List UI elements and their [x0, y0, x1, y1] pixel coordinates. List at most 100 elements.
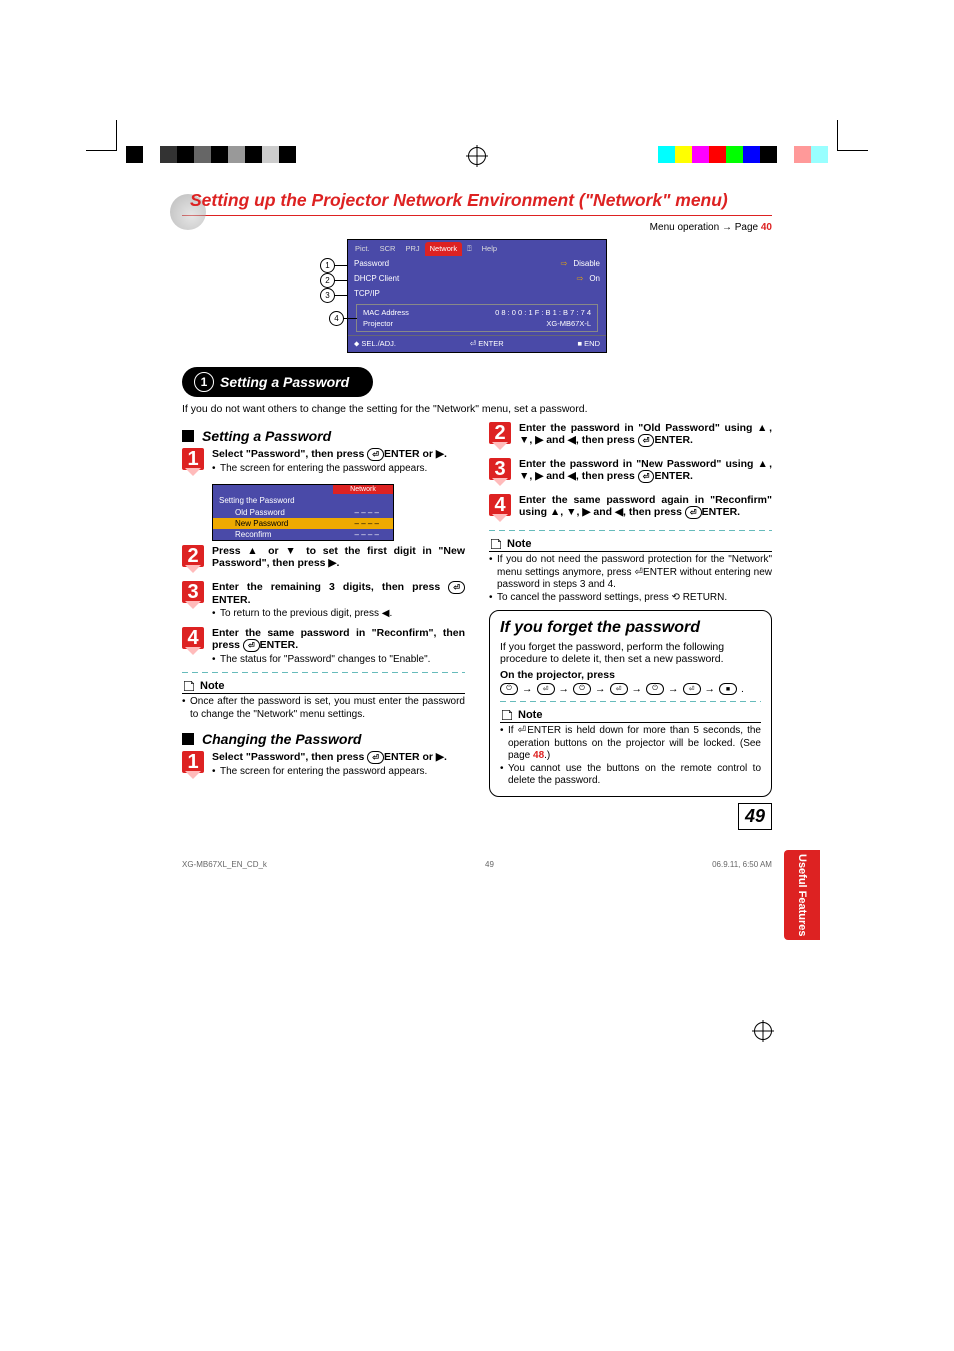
step-3: 3 Enter the password in "New Password" u… [489, 458, 772, 488]
osd-callout-4: 4 [329, 311, 344, 326]
osd-footer: ⬥ SEL./ADJ. ⏎ ENTER ■ END [348, 335, 606, 352]
password-entry-osd: NetworkSetting the PasswordOld Password–… [212, 484, 394, 541]
enter-button-icon: ⏎ [638, 434, 655, 447]
arrow-right-icon: → [559, 683, 570, 695]
button-press-sequence: ⏻→⏎→⏻→⏎→⏻→⏎→■. [500, 683, 761, 695]
forgot-text: If you forget the password, perform the … [500, 641, 761, 665]
note-body-b: If you do not need the password protecti… [489, 554, 772, 604]
forgot-title: If you forget the password [500, 619, 761, 637]
down-chevron-icon [489, 516, 511, 524]
step-detail: The screen for entering the password app… [212, 463, 465, 476]
osd-callout-3: 3 [320, 288, 335, 303]
page-title: Setting up the Projector Network Environ… [182, 190, 772, 211]
crop-mark-tl [86, 120, 117, 151]
note-icon [182, 679, 196, 693]
square-bullet-icon [182, 733, 194, 745]
registration-mark-top [468, 147, 486, 165]
title-underline [182, 215, 772, 216]
arrow-right-icon: ⇨ [561, 259, 568, 268]
osd-row-label: TCP/IP [354, 289, 594, 298]
note-icon [489, 537, 503, 551]
note-body-a: Once after the password is set, you must… [182, 696, 465, 721]
down-chevron-icon [489, 444, 511, 452]
step-1: 1 Select "Password", then press ⏎ENTER o… [182, 751, 465, 781]
menu-operation-ref: Menu operation → Page 40 [182, 222, 772, 233]
registration-mark-bottom [754, 1022, 772, 1040]
down-chevron-icon [182, 470, 204, 478]
crop-mark-tr [837, 120, 868, 151]
note-body-c: If ⏎ENTER is held down for more than 5 s… [500, 725, 761, 788]
projector-button-icon: ⏻ [573, 683, 591, 695]
down-chevron-icon [182, 603, 204, 611]
arrow-right-icon: → [522, 683, 533, 695]
enter-button-icon: ⏎ [685, 506, 702, 519]
step-number: 1 [182, 448, 204, 470]
enter-button-icon: ⏎ [448, 581, 465, 594]
osd-tabs: Pict.SCRPRJNetwork⍰Help [348, 240, 606, 256]
forgot-password-box: If you forget the password If you forget… [489, 610, 772, 797]
dashed-separator [182, 672, 465, 673]
arrow-right-icon: → [668, 683, 679, 695]
side-tab-useful-features: Useful Features [784, 850, 820, 940]
osd-callout-1: 1 [320, 258, 335, 273]
osd-row-label: DHCP Client [354, 274, 571, 283]
step-3: 3 Enter the remaining 3 digits, then pre… [182, 581, 465, 621]
projector-button-icon: ⏎ [683, 683, 701, 695]
down-chevron-icon [182, 649, 204, 657]
print-registration-area [0, 0, 954, 160]
step-detail: To return to the previous digit, press ◀… [212, 608, 465, 621]
step-number: 1 [182, 751, 204, 773]
down-chevron-icon [489, 480, 511, 488]
note-heading: Note [500, 708, 761, 723]
arrow-right-icon: ⇨ [577, 274, 584, 283]
step-number: 3 [182, 581, 204, 603]
dashed-separator [500, 701, 761, 702]
arrow-right-icon: → [595, 683, 606, 695]
osd-mac-label: MAC Address [363, 308, 489, 317]
arrow-right-icon: → [632, 683, 643, 695]
projector-button-icon: ⏎ [610, 683, 628, 695]
osd-row-value: On [589, 274, 600, 283]
step-number: 2 [489, 422, 511, 444]
osd-network-menu: Pict.SCRPRJNetwork⍰Help 1 Password ⇨ Dis… [347, 239, 607, 353]
osd-callout-2: 2 [320, 273, 335, 288]
osd-projector-label: Projector [363, 319, 540, 328]
down-chevron-icon [182, 773, 204, 781]
step-detail: The status for "Password" changes to "En… [212, 654, 465, 667]
osd-row-value: Disable [573, 259, 600, 268]
note-icon [500, 708, 514, 722]
color-bar-right [658, 146, 828, 163]
enter-button-icon: ⏎ [243, 639, 260, 652]
step-4: 4 Enter the same password in "Reconfirm"… [182, 627, 465, 667]
enter-button-icon: ⏎ [638, 470, 655, 483]
subheading-changing-password: Changing the Password [182, 731, 465, 747]
footer-meta: XG-MB67XL_EN_CD_k 49 06.9.11, 6:50 AM [182, 830, 772, 869]
page-link-40[interactable]: 40 [761, 222, 772, 233]
projector-button-icon: ⏎ [537, 683, 555, 695]
step-2: 2 Press ▲ or ▼ to set the first digit in… [182, 545, 465, 575]
page-link-48[interactable]: 48 [533, 750, 544, 761]
subheading-setting-password: Setting a Password [182, 428, 465, 444]
section-heading-setting-password: 1 Setting a Password [182, 367, 373, 397]
step-number: 4 [182, 627, 204, 649]
page-number: 49 [738, 803, 772, 830]
projector-button-icon: ⏻ [500, 683, 518, 695]
square-bullet-icon [182, 430, 194, 442]
section-number-1: 1 [194, 372, 214, 392]
forgot-press-label: On the projector, press [500, 669, 761, 681]
step-1: 1 Select "Password", then press ⏎ENTER o… [182, 448, 465, 478]
step-2: 2 Enter the password in "Old Password" u… [489, 422, 772, 452]
step-number: 2 [182, 545, 204, 567]
dashed-separator [489, 530, 772, 531]
step-4: 4 Enter the same password again in "Reco… [489, 494, 772, 524]
down-chevron-icon [182, 567, 204, 575]
color-bar-left [126, 146, 296, 163]
arrow-right-icon: → [705, 683, 716, 695]
step-detail: The screen for entering the password app… [212, 766, 465, 779]
projector-button-icon: ■ [719, 683, 737, 695]
enter-button-icon: ⏎ [367, 448, 384, 461]
enter-button-icon: ⏎ [367, 751, 384, 764]
section-intro: If you do not want others to change the … [182, 403, 772, 416]
step-number: 4 [489, 494, 511, 516]
osd-mac-value: 0 8 : 0 0 : 1 F : B 1 : B 7 : 7 4 [495, 308, 591, 317]
